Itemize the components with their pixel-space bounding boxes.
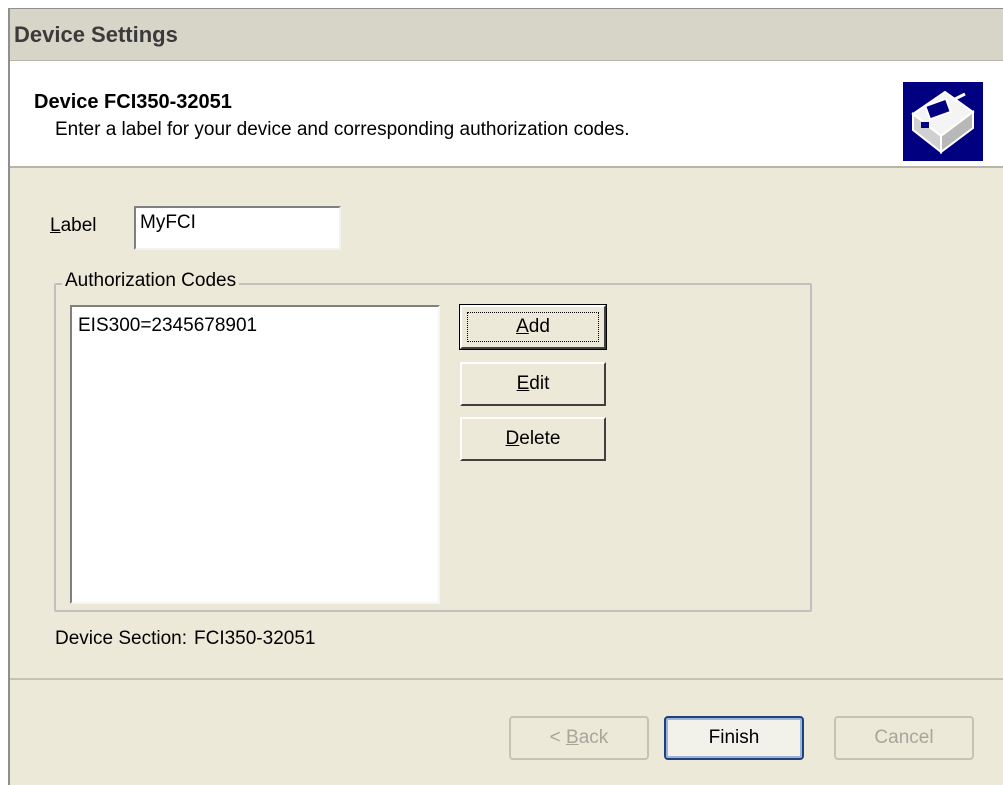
footer-divider [10, 678, 1003, 680]
edit-button[interactable]: Edit [460, 362, 606, 406]
list-item[interactable]: EIS300=2345678901 [78, 315, 257, 337]
authorization-codes-list[interactable]: EIS300=2345678901 [70, 305, 440, 604]
window-title: Device Settings [14, 22, 178, 47]
device-section-value: FCI350-32051 [194, 628, 316, 649]
cancel-button[interactable]: Cancel [834, 716, 974, 760]
finish-button-label: Finish [708, 727, 760, 748]
finish-button[interactable]: Finish [664, 716, 804, 760]
device-section-caption: Device Section: [55, 628, 188, 649]
label-caption-rest: abel [60, 215, 97, 236]
delete-button[interactable]: Delete [460, 417, 606, 461]
label-caption: Label [50, 215, 97, 237]
wizard-header: Device FCI350-32051 Enter a label for yo… [10, 61, 1003, 168]
delete-button-label: Delete [505, 428, 561, 449]
add-button-label: Add [516, 316, 550, 337]
cancel-button-label: Cancel [874, 727, 934, 748]
header-title: Device FCI350-32051 [34, 91, 232, 113]
label-input[interactable] [134, 206, 341, 250]
header-subtitle: Enter a label for your device and corres… [55, 119, 630, 140]
title-bar[interactable]: Device Settings [10, 9, 1003, 61]
back-button-label: < Back [549, 727, 609, 748]
authorization-codes-title: Authorization Codes [62, 270, 240, 292]
edit-button-label: Edit [516, 373, 550, 394]
label-mnemonic: L [50, 215, 61, 236]
back-button[interactable]: < Back [509, 716, 649, 760]
device-icon [903, 82, 983, 161]
add-button[interactable]: Add [459, 304, 607, 350]
